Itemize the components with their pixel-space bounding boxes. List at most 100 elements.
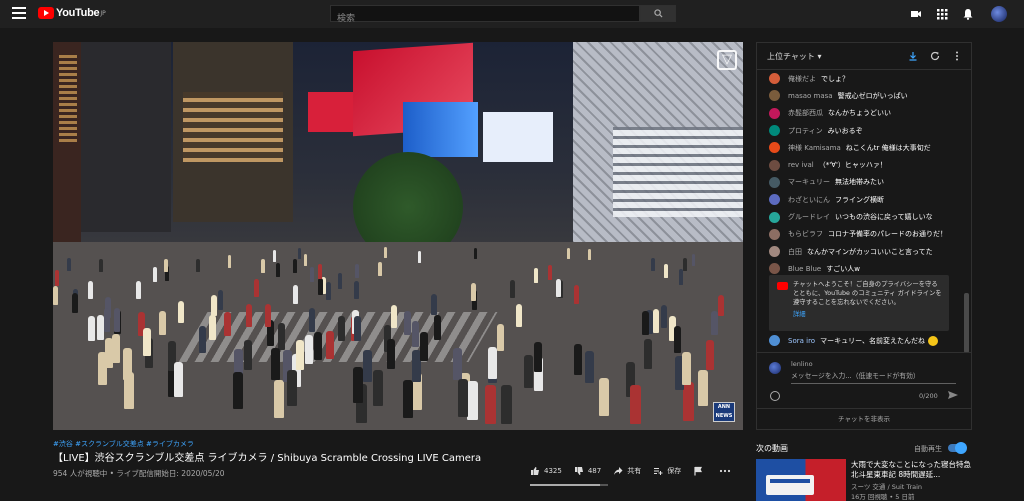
up-next-heading: 次の動画 <box>756 444 788 453</box>
pedestrian <box>567 248 570 259</box>
pedestrian <box>224 312 231 336</box>
pedestrian <box>474 248 477 259</box>
chat-author[interactable]: 赤髭部西瓜 <box>788 108 823 118</box>
chat-author[interactable]: 白田 <box>788 247 802 257</box>
pedestrian <box>233 372 243 409</box>
pedestrian <box>67 258 71 271</box>
pedestrian <box>664 264 668 278</box>
search-input[interactable] <box>331 11 639 27</box>
next-video-title[interactable]: 大雨で大変なことになった寝台特急北斗星東車記 8時間遅延... <box>851 460 971 480</box>
avatar <box>769 90 780 102</box>
pedestrian <box>244 340 252 370</box>
chat-author[interactable]: 神様 Kamisama <box>788 143 841 153</box>
download-icon[interactable] <box>907 50 919 62</box>
dislike-button[interactable]: 487 <box>574 466 601 476</box>
next-video-thumbnail[interactable] <box>756 459 846 501</box>
more-vert-icon[interactable] <box>951 50 963 62</box>
report-button[interactable] <box>693 466 707 476</box>
chat-author[interactable]: グルードレイ <box>788 212 830 222</box>
pedestrian <box>471 283 476 301</box>
emoji-picker-icon[interactable] <box>770 391 780 401</box>
pedestrian <box>254 279 259 297</box>
chat-scrollbar[interactable] <box>964 293 969 353</box>
chat-author[interactable]: 俺様だよ <box>788 74 816 84</box>
pedestrian <box>72 293 78 313</box>
more-horiz-icon <box>720 469 731 473</box>
chat-author[interactable]: わざといにん <box>788 195 830 205</box>
pedestrian <box>682 352 691 385</box>
chat-author[interactable]: rev ival <box>788 161 814 169</box>
pedestrian <box>488 347 497 379</box>
next-video-channel[interactable]: スーツ 交通 / Suit Train <box>851 481 922 491</box>
hashtags[interactable]: #渋谷 #スクランブル交差点 #ライブカメラ <box>53 439 194 449</box>
create-video-icon[interactable] <box>910 8 922 20</box>
autoplay-toggle[interactable] <box>948 442 967 454</box>
pedestrian <box>97 315 104 340</box>
like-button[interactable]: 4325 <box>530 466 562 476</box>
account-avatar[interactable] <box>991 6 1007 22</box>
pedestrian <box>123 348 132 380</box>
chat-message-input[interactable]: メッセージを入力...（低速モードが有効） <box>791 370 956 384</box>
chat-author[interactable]: もらビラフ <box>788 229 823 239</box>
chat-text: 警戒心ゼロがいっぱい <box>837 91 908 100</box>
chat-text: コロナ予備率のパレードのお通りだ！ <box>828 230 947 239</box>
youtube-logo[interactable]: YouTube JP <box>38 7 106 19</box>
share-button[interactable]: 共有 <box>613 466 641 476</box>
logo-region: JP <box>100 9 106 17</box>
pedestrian <box>274 380 284 418</box>
pedestrian <box>304 254 307 266</box>
share-icon <box>614 467 623 475</box>
avatar <box>769 159 780 171</box>
pedestrian <box>630 385 641 424</box>
chat-author[interactable]: Blue Blue <box>788 265 821 273</box>
pedestrian <box>318 264 322 279</box>
search-box[interactable] <box>330 5 640 27</box>
pedestrian <box>309 308 315 332</box>
chat-message-latest: Sora iro マーキュリー、名前変えたんだね <box>769 335 939 346</box>
more-actions-button[interactable] <box>719 466 735 476</box>
chat-text: （*'∀'）ヒャッハァ！ <box>818 161 887 170</box>
pedestrian <box>246 304 252 327</box>
pedestrian <box>271 348 280 380</box>
chat-author[interactable]: プロティン <box>788 126 823 136</box>
hide-chat-button[interactable]: チャットを非表示 <box>757 408 971 430</box>
pedestrian <box>497 324 504 351</box>
notifications-bell-icon[interactable] <box>962 8 974 20</box>
pedestrian <box>199 326 206 353</box>
refresh-icon[interactable] <box>929 50 941 62</box>
chat-author[interactable]: masao masa <box>788 92 833 100</box>
notice-details-link[interactable]: 詳細 <box>793 310 943 319</box>
video-player[interactable]: ▽ ANN NEWS <box>53 42 743 430</box>
chat-mode-dropdown[interactable]: 上位チャット ▾ <box>767 51 821 62</box>
save-button[interactable]: 保存 <box>653 466 681 476</box>
pedestrian <box>318 278 323 295</box>
pedestrian <box>55 270 59 286</box>
chat-author[interactable]: マーキュリー <box>788 177 830 187</box>
send-icon[interactable] <box>947 389 959 401</box>
menu-icon[interactable] <box>12 7 26 21</box>
chat-author[interactable]: Sora iro <box>788 337 815 345</box>
pedestrian <box>574 344 582 375</box>
pedestrian <box>209 315 216 340</box>
user-avatar <box>769 362 781 374</box>
search-button[interactable] <box>640 5 676 22</box>
pedestrian <box>679 269 683 285</box>
avatar <box>769 335 780 346</box>
pedestrian <box>387 339 395 369</box>
chat-header: 上位チャット ▾ <box>757 43 971 70</box>
video-title: 【LIVE】渋谷スクランブル交差点 ライブカメラ / Shibuya Scram… <box>53 453 482 464</box>
apps-grid-icon[interactable] <box>936 8 948 20</box>
save-label: 保存 <box>667 467 682 475</box>
red-billboard <box>308 92 353 132</box>
like-count: 4325 <box>544 467 562 475</box>
pedestrian <box>296 340 304 370</box>
flag-icon <box>694 466 703 476</box>
pedestrian <box>384 247 387 258</box>
white-screen <box>483 112 553 162</box>
pedestrian <box>403 380 413 418</box>
thumbs-up-icon <box>531 467 539 475</box>
pedestrian <box>698 370 708 406</box>
pedestrian <box>485 385 496 424</box>
pedestrian <box>114 308 120 332</box>
avatar <box>769 263 780 275</box>
